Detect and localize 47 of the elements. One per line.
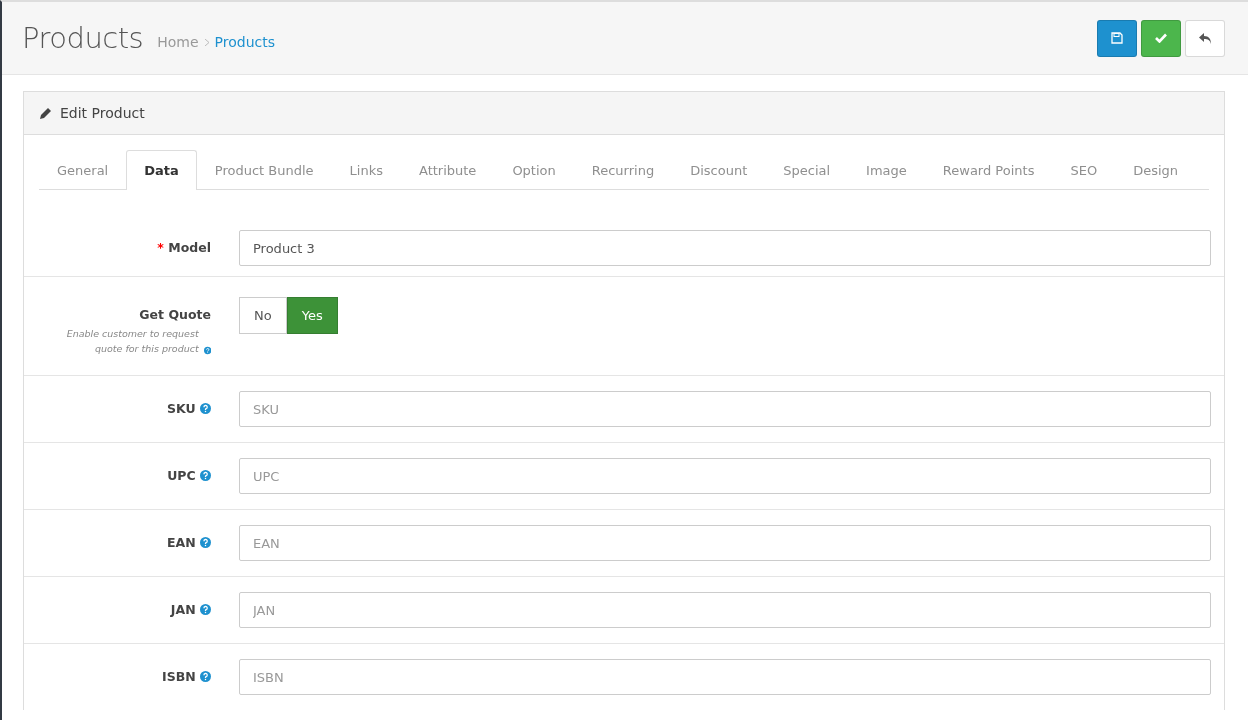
back-button[interactable] <box>1185 19 1225 57</box>
help-icon <box>200 671 211 682</box>
field-label: ISBN <box>162 669 196 684</box>
field-label: UPC <box>167 468 196 483</box>
tab[interactable]: SEO <box>1052 150 1116 190</box>
tab[interactable]: General <box>39 150 127 190</box>
tab[interactable]: Design <box>1115 150 1196 190</box>
tab[interactable]: Reward Points <box>924 150 1053 190</box>
tab[interactable]: Links <box>331 150 401 190</box>
field-label: EAN <box>166 535 196 550</box>
tab[interactable]: Special <box>765 150 849 190</box>
model-input-field[interactable]: Product 3 <box>239 230 1211 266</box>
help-icon <box>203 345 211 356</box>
tab[interactable]: Image <box>848 150 925 190</box>
pencil-icon <box>39 106 52 120</box>
page-title: Products <box>22 21 144 55</box>
help-icon <box>200 537 211 548</box>
tab[interactable]: Option <box>494 150 574 190</box>
help-icon <box>200 604 211 615</box>
input-field[interactable]: ISBN <box>239 659 1211 695</box>
apply-button[interactable] <box>1141 19 1181 57</box>
field-label: SKU <box>167 401 196 416</box>
toggle-option[interactable]: Yes <box>286 297 338 334</box>
help-icon <box>200 470 211 481</box>
tab[interactable]: Data <box>126 150 197 190</box>
input-field[interactable]: EAN <box>239 525 1211 561</box>
help-text: Enable customer to request quote for this product <box>65 327 199 356</box>
toggle-option[interactable]: No <box>239 297 287 334</box>
help-icon <box>200 403 211 414</box>
get-quote-label: Get Quote <box>138 306 211 322</box>
save-button[interactable] <box>1097 19 1137 57</box>
input-field[interactable]: JAN <box>239 592 1211 628</box>
required-mark: * <box>157 240 164 255</box>
tab[interactable]: Recurring <box>573 150 673 190</box>
tab[interactable]: Discount <box>672 150 766 190</box>
tab[interactable]: Product Bundle <box>196 150 332 190</box>
model-label: Model <box>168 240 211 255</box>
field-label: JAN <box>170 602 196 617</box>
breadcrumb-link[interactable]: Products <box>214 34 275 50</box>
check-icon <box>1155 33 1167 43</box>
breadcrumb-link[interactable]: Home <box>157 34 199 50</box>
reply-arrow-icon <box>1198 32 1212 44</box>
input-field[interactable]: SKU <box>239 391 1211 427</box>
panel-title: Edit Product <box>60 105 145 121</box>
chevron-icon <box>204 38 209 46</box>
input-field[interactable]: UPC <box>239 458 1211 494</box>
tab[interactable]: Attribute <box>400 150 495 190</box>
